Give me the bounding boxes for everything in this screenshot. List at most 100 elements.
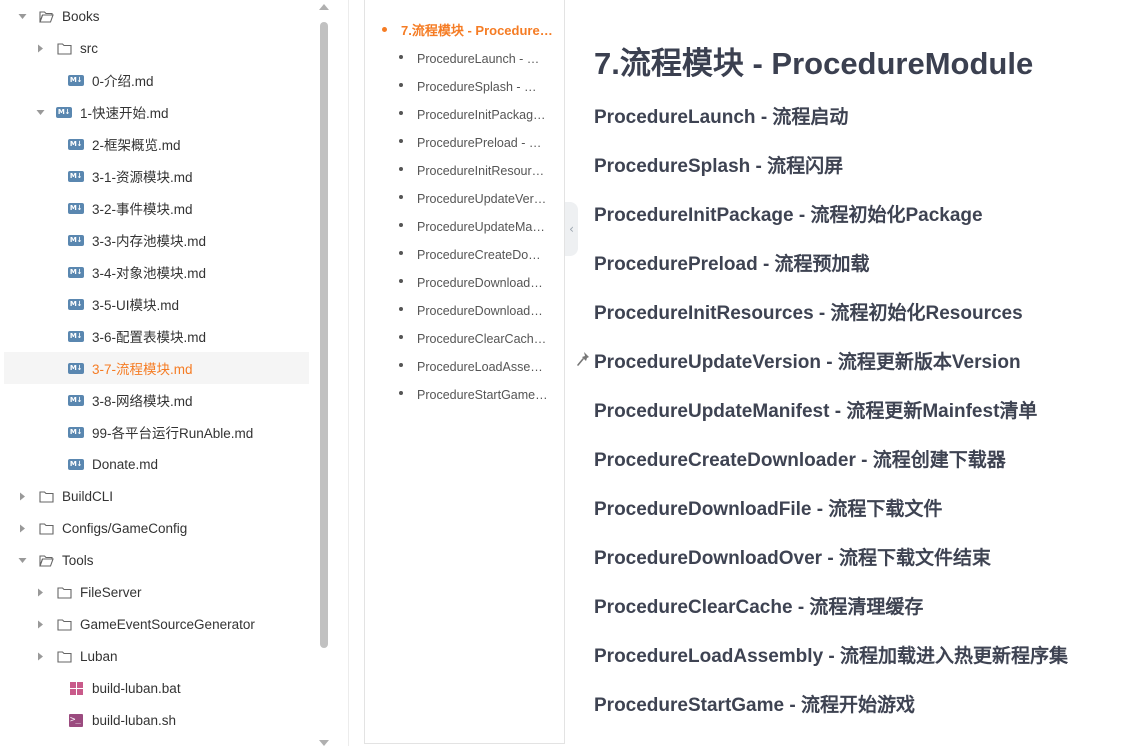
outline-item[interactable]: ProcedureCreateDownloader - 流程创建下载器	[399, 243, 549, 263]
tree-item[interactable]: FileServer	[4, 576, 309, 608]
tree-item[interactable]: M↓ 3-5-UI模块.md	[4, 288, 309, 320]
tree-item[interactable]: M↓ 1-快速开始.md	[4, 96, 309, 128]
tree-item-label: 3-1-资源模块.md	[92, 170, 193, 185]
scroll-down-arrow-icon[interactable]	[319, 740, 329, 746]
tree-item-label: Luban	[80, 648, 118, 664]
bullet-icon	[399, 55, 403, 59]
outline-item[interactable]: ProcedureInitResources - 流程初始化Resources	[399, 159, 549, 179]
chevron-down-icon[interactable]	[16, 10, 28, 22]
tree-item[interactable]: M↓ Donate.md	[4, 448, 309, 480]
tree-item[interactable]: M↓ 3-4-对象池模块.md	[4, 256, 309, 288]
section-heading: ProcedureUpdateManifest - 流程更新Mainfest清单	[594, 401, 1038, 422]
bullet-icon	[399, 83, 403, 87]
bullet-icon	[399, 307, 403, 311]
chevron-right-icon[interactable]	[34, 650, 46, 662]
tree-item[interactable]: M↓ 3-3-内存池模块.md	[4, 224, 309, 256]
outline-item[interactable]: ProcedureUpdateManifest - 流程更新Mainfest清单	[399, 215, 549, 235]
outline-item[interactable]: ProcedureInitPackage - 流程初始化Package	[399, 103, 549, 123]
bullet-icon	[399, 279, 403, 283]
tree-item-label: 2-框架概览.md	[92, 138, 181, 153]
tree-item[interactable]: Luban	[4, 640, 309, 672]
folder-icon	[56, 41, 72, 55]
bullet-icon	[399, 251, 403, 255]
pin-icon[interactable]	[575, 350, 593, 368]
tree-item[interactable]: BuildCLI	[4, 480, 309, 512]
chevron-right-icon[interactable]	[16, 522, 28, 534]
outline-item[interactable]: ProcedureSplash - 流程闪屏	[399, 75, 549, 95]
folder-icon	[56, 617, 72, 631]
markdown-file-icon: M↓	[68, 394, 84, 406]
outline-item-label: ProcedureUpdateManifest - 流程更新Mainfest清单	[417, 219, 549, 234]
outline-item-label: ProcedureSplash - 流程闪屏	[417, 79, 549, 94]
markdown-file-icon: M↓	[68, 330, 84, 342]
section-heading: ProcedureClearCache - 流程清理缓存	[594, 597, 924, 618]
windows-batch-file-icon	[68, 681, 84, 695]
chevron-right-icon[interactable]	[16, 490, 28, 502]
folder-icon	[38, 521, 54, 535]
markdown-file-icon: M↓	[68, 234, 84, 246]
section-heading: ProcedureSplash - 流程闪屏	[594, 156, 844, 177]
tree-item[interactable]: Books	[4, 0, 309, 32]
chevron-down-icon[interactable]	[34, 106, 46, 118]
tree-item[interactable]: M↓ 99-各平台运行RunAble.md	[4, 416, 309, 448]
pane-divider[interactable]	[348, 0, 349, 746]
outline-item-label: ProcedureStartGame - 流程开始游戏	[417, 387, 549, 402]
outline-item-title[interactable]: 7.流程模块 - ProcedureModule	[382, 19, 562, 39]
scroll-up-arrow-icon[interactable]	[319, 4, 329, 10]
tree-item-label: 0-介绍.md	[92, 74, 154, 89]
tree-item[interactable]: M↓ 3-1-资源模块.md	[4, 160, 309, 192]
tree-item[interactable]: Tools	[4, 544, 309, 576]
chevron-right-icon[interactable]	[34, 618, 46, 630]
tree-item[interactable]: GameEventSourceGenerator	[4, 608, 309, 640]
tree-item-label: 3-2-事件模块.md	[92, 202, 193, 217]
folder-open-icon	[38, 553, 54, 567]
chevron-right-icon[interactable]	[34, 42, 46, 54]
section-heading: ProcedureLaunch - 流程启动	[594, 107, 849, 128]
outline-item[interactable]: ProcedurePreload - 流程预加载	[399, 131, 549, 151]
tree-item[interactable]: M↓ 0-介绍.md	[4, 64, 309, 96]
section-heading: ProcedurePreload - 流程预加载	[594, 254, 870, 275]
outline-item[interactable]: ProcedureClearCache - 流程清理缓存	[399, 327, 549, 347]
chevron-right-icon[interactable]	[34, 586, 46, 598]
outline-item[interactable]: ProcedureDownloadFile - 流程下载文件	[399, 271, 549, 291]
tree-item[interactable]: M↓ 3-7-流程模块.md	[4, 352, 309, 384]
tree-item[interactable]: build-luban.bat	[4, 672, 309, 704]
section-heading: ProcedureDownloadFile - 流程下载文件	[594, 499, 943, 520]
tree-item-label: build-luban.sh	[92, 712, 177, 728]
outline-item[interactable]: ProcedureUpdateVersion - 流程更新版本Version	[399, 187, 549, 207]
tree-item[interactable]: Configs/GameConfig	[4, 512, 309, 544]
chevron-down-icon[interactable]	[16, 554, 28, 566]
bullet-icon	[399, 167, 403, 171]
tree-item[interactable]: M↓ 2-框架概览.md	[4, 128, 309, 160]
outline-item-label: ProcedureDownloadOver - 流程下载文件结束	[417, 303, 549, 318]
tree-item[interactable]: src	[4, 32, 309, 64]
section-heading: ProcedureLoadAssembly - 流程加载进入热更新程序集	[594, 646, 1069, 667]
outline-item[interactable]: ProcedureLoadAssembly - 流程加载进入热更新程序集	[399, 355, 549, 375]
file-tree-scrollbar[interactable]	[318, 0, 330, 746]
markdown-file-icon: M↓	[68, 202, 84, 214]
outline-item[interactable]: ProcedureStartGame - 流程开始游戏	[399, 383, 549, 403]
tree-item-label: 3-4-对象池模块.md	[92, 266, 207, 281]
outline-item[interactable]: ProcedureLaunch - 流程启动	[399, 47, 549, 67]
outline-item[interactable]: ProcedureDownloadOver - 流程下载文件结束	[399, 299, 549, 319]
bullet-icon	[399, 363, 403, 367]
tree-item[interactable]: M↓ 3-2-事件模块.md	[4, 192, 309, 224]
tree-item-label: build-luban.bat	[92, 680, 181, 696]
tree-item[interactable]: >_ build-luban.sh	[4, 704, 309, 736]
tree-item[interactable]: M↓ 3-8-网络模块.md	[4, 384, 309, 416]
markdown-file-icon: M↓	[68, 298, 84, 310]
scrollbar-thumb[interactable]	[320, 22, 328, 648]
tree-item-label: 3-5-UI模块.md	[92, 298, 180, 313]
tree-item[interactable]: M↓ 3-6-配置表模块.md	[4, 320, 309, 352]
markdown-file-icon: M↓	[56, 106, 72, 118]
outline-item-label: ProcedureInitResources - 流程初始化Resources	[417, 163, 549, 178]
folder-open-icon	[38, 9, 54, 23]
folder-icon	[56, 585, 72, 599]
